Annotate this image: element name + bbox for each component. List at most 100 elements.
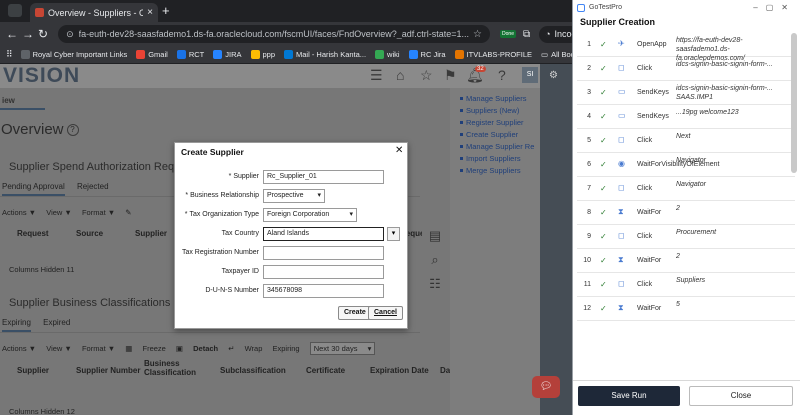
actions-menu[interactable]: Actions ▼ (2, 344, 36, 353)
chat-icon[interactable]: 💬︎ (532, 376, 560, 398)
step-action: Click (637, 233, 653, 240)
tax-country-input[interactable]: Aland Islands (263, 227, 384, 241)
tab-pending-approval[interactable]: Pending Approval (2, 182, 65, 196)
tax-country-dropdown-icon[interactable]: ▾ (387, 227, 400, 241)
col-supplier[interactable]: Supplier (135, 229, 167, 238)
view-menu[interactable]: View ▼ (46, 208, 72, 217)
col-source[interactable]: Source (76, 229, 103, 238)
format-menu[interactable]: Format ▼ (82, 344, 115, 353)
step-row[interactable]: 1 ✓ ✈ OpenApp https://fa-euth-dev28-saasfade… (577, 33, 795, 62)
help-circle-icon[interactable]: ? (66, 124, 79, 137)
tab-search-icon[interactable] (8, 4, 22, 17)
back-icon[interactable]: ← (6, 27, 18, 41)
tab-expiring[interactable]: Expiring (2, 318, 31, 332)
tax-org-type-select[interactable]: Foreign Corporation ▾ (263, 208, 357, 222)
supplier-input[interactable]: Rc_Supplier_01 (263, 170, 384, 184)
task-link[interactable]: Merge Suppliers (460, 166, 521, 175)
step-row[interactable]: 4 ✓ ▭ SendKeys ...19pg welcome123 (577, 105, 795, 129)
forward-icon[interactable]: → (22, 27, 34, 41)
home-icon[interactable]: ⌂ (396, 67, 404, 83)
taxpayer-id-input[interactable] (263, 265, 384, 279)
bookmark-item[interactable]: ITVLABS-PROFILE (454, 50, 532, 59)
step-row[interactable]: 8 ✓ ⧗ WaitFor 2 (577, 201, 795, 225)
address-bar[interactable]: ⊙ fa-euth-dev28-saasfademo1.ds-fa.oracle… (58, 25, 491, 43)
detach-button[interactable]: Detach (193, 344, 218, 353)
col-request[interactable]: Request (17, 229, 49, 238)
bookmark-item[interactable]: Mail - Harish Kanta... (284, 50, 366, 59)
bookmark-star-icon[interactable]: ☆ (473, 29, 482, 40)
close-button[interactable]: Close (689, 386, 793, 406)
new-tab-button[interactable]: + (162, 3, 170, 18)
reload-icon[interactable]: ↻ (38, 27, 48, 41)
flag-icon[interactable]: ⚑ (444, 67, 457, 84)
tab-rejected[interactable]: Rejected (77, 182, 109, 191)
step-row[interactable]: 11 ✓ ◻ Click Suppliers (577, 273, 795, 297)
col-business-classification[interactable]: Business Classification (144, 359, 199, 377)
bookmark-item[interactable]: RCT (176, 50, 204, 59)
business-relationship-select[interactable]: Prospective ▾ (263, 189, 325, 203)
extensions-icon[interactable]: ⧉ (523, 29, 530, 40)
user-avatar[interactable]: SI (522, 67, 538, 83)
actions-menu[interactable]: Actions ▼ (2, 208, 36, 217)
incognito-indicator[interactable]: ◔ Incognito (539, 25, 572, 43)
col-expiration-date[interactable]: Expiration Date (370, 366, 429, 375)
tasks-panel-icon[interactable]: ▤ (425, 228, 445, 250)
wrap-button[interactable]: Wrap (245, 344, 263, 353)
bookmark-item[interactable]: Gmail (136, 50, 168, 59)
cancel-button[interactable]: Cancel (368, 306, 403, 320)
extension-badge[interactable]: Done (500, 30, 516, 38)
task-link[interactable]: Import Suppliers (460, 154, 521, 163)
bookmark-item[interactable]: wiki (375, 50, 400, 59)
search-panel-icon[interactable]: ⌕ (425, 252, 445, 274)
overview-tab[interactable]: iew (2, 96, 15, 105)
step-row[interactable]: 5 ✓ ◻ Click Next (577, 129, 795, 153)
step-row[interactable]: 7 ✓ ◻ Click Navigator (577, 177, 795, 201)
edit-pencil-icon[interactable]: ✎ (125, 208, 131, 217)
duns-input[interactable]: 345678098 (263, 284, 384, 298)
col-supplier[interactable]: Supplier (17, 366, 49, 375)
step-row[interactable]: 10 ✓ ⧗ WaitFor 2 (577, 249, 795, 273)
wrap-icon[interactable]: ↵ (228, 344, 234, 353)
favorites-icon[interactable]: ☆ (420, 67, 433, 84)
help-icon[interactable]: ? (498, 67, 506, 83)
bookmark-item[interactable]: RC Jira (408, 50, 446, 59)
step-row[interactable]: 3 ✓ ▭ SendKeys idcs-signin-basic-signin-form… (577, 81, 795, 105)
step-row[interactable]: 2 ✓ ◻ Click idcs-signin-basic-signin-form-..… (577, 57, 795, 81)
col-certificate[interactable]: Certificate (306, 366, 345, 375)
step-row[interactable]: 12 ✓ ⧗ WaitFor 5 (577, 297, 795, 321)
task-link[interactable]: Suppliers (New) (459, 106, 519, 115)
menu-icon[interactable]: ☰ (370, 67, 383, 84)
expiring-select[interactable]: Next 30 days ▾ (309, 342, 376, 355)
view-menu[interactable]: View ▼ (46, 344, 72, 353)
apps-grid-icon[interactable]: ⠿ (6, 49, 13, 60)
step-row[interactable]: 9 ✓ ◻ Click Procurement (577, 225, 795, 249)
freeze-button[interactable]: Freeze (142, 344, 165, 353)
browser-tab[interactable]: Overview - Suppliers - Oracle F × (30, 3, 158, 22)
all-bookmarks-button[interactable]: ▭ All Bookmarks (541, 50, 572, 59)
task-link[interactable]: Manage Supplier Re (459, 142, 534, 151)
detach-icon[interactable]: ▣ (176, 344, 183, 353)
task-link[interactable]: Register Supplier (460, 118, 524, 127)
step-row[interactable]: 6 ✓ ◉ WaitForVisibilityOfElement Navigator (577, 153, 795, 177)
vision-logo[interactable]: VISION (3, 64, 80, 88)
tax-reg-number-input[interactable] (263, 246, 384, 260)
freeze-icon[interactable]: ▦ (125, 344, 132, 353)
bookmark-item[interactable]: ppp (250, 50, 275, 59)
tab-expired[interactable]: Expired (43, 318, 70, 327)
window-controls[interactable]: –▢✕ (753, 3, 796, 12)
site-info-icon[interactable]: ⊙ (66, 29, 74, 40)
steps-scrollbar[interactable] (791, 33, 797, 173)
save-run-button[interactable]: Save Run (578, 386, 680, 406)
create-button[interactable]: Create (338, 306, 372, 320)
format-menu[interactable]: Format ▼ (82, 208, 115, 217)
bookmark-item[interactable]: JIRA (213, 50, 242, 59)
settings-icon[interactable]: ⚙ (549, 70, 558, 81)
task-link[interactable]: Create Supplier (459, 130, 518, 139)
dialog-close-icon[interactable]: ✕ (395, 145, 403, 156)
col-subclassification[interactable]: Subclassification (220, 366, 286, 375)
bookmark-item[interactable]: Royal Cyber Important Links (20, 50, 127, 59)
tab-close-icon[interactable]: × (147, 7, 153, 18)
task-link[interactable]: Manage Suppliers (459, 94, 526, 103)
list-panel-icon[interactable]: ☷ (425, 276, 445, 298)
col-supplier-number[interactable]: Supplier Number (76, 366, 140, 375)
